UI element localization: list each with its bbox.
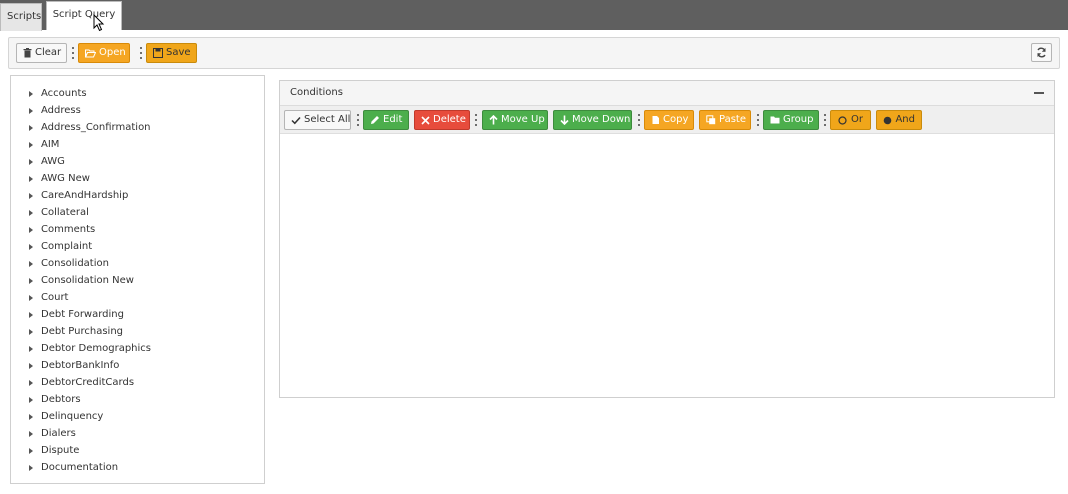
paste-button[interactable]: Paste <box>699 110 751 130</box>
caret-right-icon <box>29 397 33 403</box>
conditions-toolbar: Select All Edit Delete Move Up Move Down… <box>280 106 1054 134</box>
mouse-cursor-icon <box>93 14 105 32</box>
select-all-button[interactable]: Select All <box>284 110 351 130</box>
open-label: Open <box>99 47 126 58</box>
caret-right-icon <box>29 244 33 250</box>
tree-item[interactable]: Delinquency <box>29 409 103 425</box>
tab-script-query[interactable]: Script Query <box>46 1 122 30</box>
caret-right-icon <box>29 159 33 165</box>
separator <box>139 47 142 59</box>
tree-item[interactable]: Consolidation <box>29 256 109 272</box>
table-tree: Accounts Address Address_Confirmation AI… <box>10 75 265 484</box>
tree-item[interactable]: Debtors <box>29 392 81 408</box>
tree-item[interactable]: Accounts <box>29 86 87 102</box>
paste-icon <box>706 115 716 126</box>
circle-outline-icon <box>837 115 848 126</box>
tree-item[interactable]: Debt Purchasing <box>29 324 123 340</box>
caret-right-icon <box>29 380 33 386</box>
tree-item[interactable]: Debtor Demographics <box>29 341 151 357</box>
caret-right-icon <box>29 193 33 199</box>
caret-right-icon <box>29 142 33 148</box>
tree-item[interactable]: Collateral <box>29 205 89 221</box>
caret-right-icon <box>29 312 33 318</box>
separator <box>756 114 759 126</box>
tab-scripts[interactable]: Scripts <box>0 3 42 31</box>
tree-item[interactable]: Documentation <box>29 460 118 476</box>
caret-right-icon <box>29 91 33 97</box>
tree-item[interactable]: Debt Forwarding <box>29 307 124 323</box>
open-button[interactable]: Open <box>78 43 130 63</box>
separator <box>823 114 826 126</box>
move-up-button[interactable]: Move Up <box>482 110 548 130</box>
tree-item[interactable]: Consolidation New <box>29 273 134 289</box>
separator <box>474 114 477 126</box>
caret-right-icon <box>29 227 33 233</box>
folder-open-icon <box>85 48 96 59</box>
caret-right-icon <box>29 261 33 267</box>
tree-item[interactable]: Comments <box>29 222 95 238</box>
caret-right-icon <box>29 125 33 131</box>
tree-item[interactable]: Address <box>29 103 81 119</box>
tree-item[interactable]: Dispute <box>29 443 79 459</box>
caret-right-icon <box>29 176 33 182</box>
tree-item[interactable]: AWG New <box>29 171 90 187</box>
tree-item[interactable]: CareAndHardship <box>29 188 128 204</box>
trash-icon <box>23 48 32 59</box>
save-button[interactable]: Save <box>146 43 197 63</box>
tree-item[interactable]: AWG <box>29 154 65 170</box>
refresh-button[interactable] <box>1031 43 1052 62</box>
caret-right-icon <box>29 414 33 420</box>
caret-right-icon <box>29 448 33 454</box>
check-icon <box>291 115 301 126</box>
collapse-icon[interactable] <box>1034 92 1044 94</box>
and-button[interactable]: And <box>876 110 922 130</box>
caret-right-icon <box>29 295 33 301</box>
caret-right-icon <box>29 329 33 335</box>
pencil-icon <box>370 115 380 126</box>
save-label: Save <box>166 47 191 58</box>
delete-button[interactable]: Delete <box>414 110 470 130</box>
caret-right-icon <box>29 431 33 437</box>
conditions-header: Conditions <box>280 81 1054 106</box>
save-icon <box>153 48 163 59</box>
caret-right-icon <box>29 108 33 114</box>
separator <box>71 47 74 59</box>
copy-icon <box>651 115 660 126</box>
tree-item[interactable]: DebtorBankInfo <box>29 358 119 374</box>
panel-title: Conditions <box>290 87 343 98</box>
tree-item[interactable]: Dialers <box>29 426 76 442</box>
caret-right-icon <box>29 210 33 216</box>
group-button[interactable]: Group <box>763 110 819 130</box>
arrow-down-icon <box>560 115 569 126</box>
caret-right-icon <box>29 465 33 471</box>
caret-right-icon <box>29 363 33 369</box>
circle-filled-icon <box>883 115 892 126</box>
separator <box>356 114 359 126</box>
refresh-icon <box>1037 47 1046 58</box>
main-toolbar: Clear Open Save <box>8 37 1060 69</box>
caret-right-icon <box>29 346 33 352</box>
caret-right-icon <box>29 278 33 284</box>
copy-button[interactable]: Copy <box>644 110 694 130</box>
tree-item[interactable]: Court <box>29 290 68 306</box>
conditions-panel: Conditions Select All Edit Delete Move U… <box>279 80 1055 398</box>
tree-item[interactable]: Complaint <box>29 239 92 255</box>
folder-icon <box>770 115 780 126</box>
edit-button[interactable]: Edit <box>363 110 409 130</box>
tree-item[interactable]: AIM <box>29 137 59 153</box>
move-down-button[interactable]: Move Down <box>553 110 632 130</box>
separator <box>637 114 640 126</box>
clear-button[interactable]: Clear <box>16 43 67 63</box>
or-button[interactable]: Or <box>830 110 871 130</box>
arrow-up-icon <box>489 115 498 126</box>
clear-label: Clear <box>35 47 62 58</box>
close-icon <box>421 115 430 126</box>
tab-bar: Scripts Script Query <box>0 0 1068 31</box>
tree-item[interactable]: Address_Confirmation <box>29 120 151 136</box>
tree-item[interactable]: DebtorCreditCards <box>29 375 134 391</box>
